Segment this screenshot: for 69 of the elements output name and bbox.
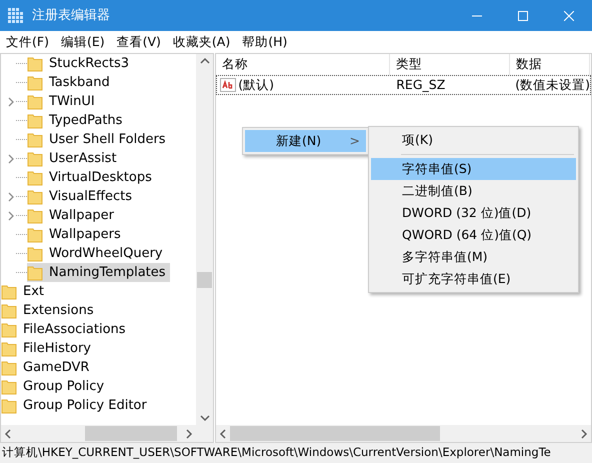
- folder-icon: [27, 264, 43, 280]
- folder-icon: [27, 112, 43, 128]
- tree-item[interactable]: Group Policy Editor: [1, 396, 151, 415]
- tree-item[interactable]: Wallpaper: [27, 206, 118, 225]
- tree-item[interactable]: User Shell Folders: [27, 130, 170, 149]
- folder-icon: [1, 398, 17, 414]
- menu-item[interactable]: 文件(F): [0, 32, 55, 52]
- expand-icon[interactable]: [7, 96, 15, 106]
- table-row[interactable]: (默认) REG_SZ (数值未设置): [216, 75, 591, 95]
- expand-icon[interactable]: [7, 154, 15, 164]
- folder-icon: [27, 226, 43, 242]
- tree-item[interactable]: Taskband: [27, 73, 114, 92]
- menu-item[interactable]: 新建(N) >: [245, 130, 366, 152]
- window-title: 注册表编辑器: [32, 6, 110, 25]
- tree-item[interactable]: Extensions: [1, 301, 98, 320]
- string-value-icon: [220, 78, 236, 92]
- menu-item[interactable]: 编辑(E): [54, 32, 111, 52]
- folder-icon: [27, 170, 43, 186]
- scroll-thumb[interactable]: [197, 272, 212, 288]
- menu-item[interactable]: 收藏夹(A): [166, 32, 236, 52]
- table-cell-text: REG_SZ: [395, 76, 446, 94]
- tree-item[interactable]: FileAssociations: [1, 320, 130, 339]
- folder-icon: [1, 322, 17, 338]
- folder-icon: [27, 74, 43, 90]
- folder-icon: [1, 340, 17, 356]
- table-cell-text: (默认): [238, 76, 274, 94]
- menu-item[interactable]: QWORD (64 位)值(Q): [371, 224, 576, 246]
- horizontal-scrollbar[interactable]: [1, 425, 213, 442]
- horizontal-scrollbar[interactable]: [216, 425, 591, 442]
- folder-icon: [27, 132, 43, 148]
- tree-item[interactable]: VirtualDesktops: [27, 168, 156, 187]
- menu-item[interactable]: 多字符串值(M): [371, 246, 576, 268]
- menu-item[interactable]: 可扩充字符串值(E): [371, 268, 576, 290]
- folder-icon: [27, 188, 43, 204]
- status-path: 计算机\HKEY_CURRENT_USER\SOFTWARE\Microsoft\Windows\CurrentVersion\Explorer\NamingTe: [2, 444, 551, 462]
- menu-item[interactable]: 二进制值(B): [371, 180, 576, 202]
- tree-item[interactable]: WordWheelQuery: [27, 244, 167, 263]
- folder-icon: [1, 360, 17, 376]
- column-header[interactable]: 名称: [216, 54, 390, 75]
- vertical-scrollbar[interactable]: [196, 54, 213, 425]
- tree-item[interactable]: Ext: [1, 282, 48, 301]
- menu-item[interactable]: DWORD (32 位)值(D): [371, 202, 576, 224]
- tree-item[interactable]: Group Policy: [1, 377, 108, 396]
- tree-item[interactable]: NamingTemplates: [27, 263, 170, 282]
- table-cell-text: (数值未设置): [514, 76, 590, 94]
- folder-icon: [27, 56, 43, 72]
- maximize-icon: [518, 10, 528, 20]
- tree-item[interactable]: FileHistory: [1, 339, 96, 358]
- folder-icon: [27, 150, 43, 166]
- menu-item[interactable]: 查看(V): [110, 32, 167, 52]
- folder-icon: [1, 378, 17, 394]
- column-header[interactable]: 类型: [390, 54, 510, 75]
- tree-item[interactable]: UserAssist: [27, 149, 121, 168]
- tree-item[interactable]: TWinUI: [27, 92, 99, 111]
- tree-item[interactable]: VisualEffects: [27, 187, 136, 206]
- menu-item[interactable]: 项(K): [371, 129, 576, 151]
- close-icon: [564, 10, 574, 20]
- tree-item[interactable]: Wallpapers: [27, 225, 125, 244]
- folder-icon: [27, 208, 43, 224]
- folder-icon: [27, 94, 43, 110]
- folder-icon: [1, 284, 17, 300]
- menu-item[interactable]: 帮助(H): [236, 32, 294, 52]
- column-header[interactable]: 数据: [510, 54, 590, 75]
- tree-item[interactable]: GameDVR: [1, 358, 94, 377]
- registry-icon: [8, 8, 24, 24]
- folder-icon: [1, 302, 17, 318]
- menu-item[interactable]: 字符串值(S): [371, 158, 576, 180]
- tree-item[interactable]: StuckRects3: [27, 54, 133, 73]
- tree-item[interactable]: TypedPaths: [27, 111, 126, 130]
